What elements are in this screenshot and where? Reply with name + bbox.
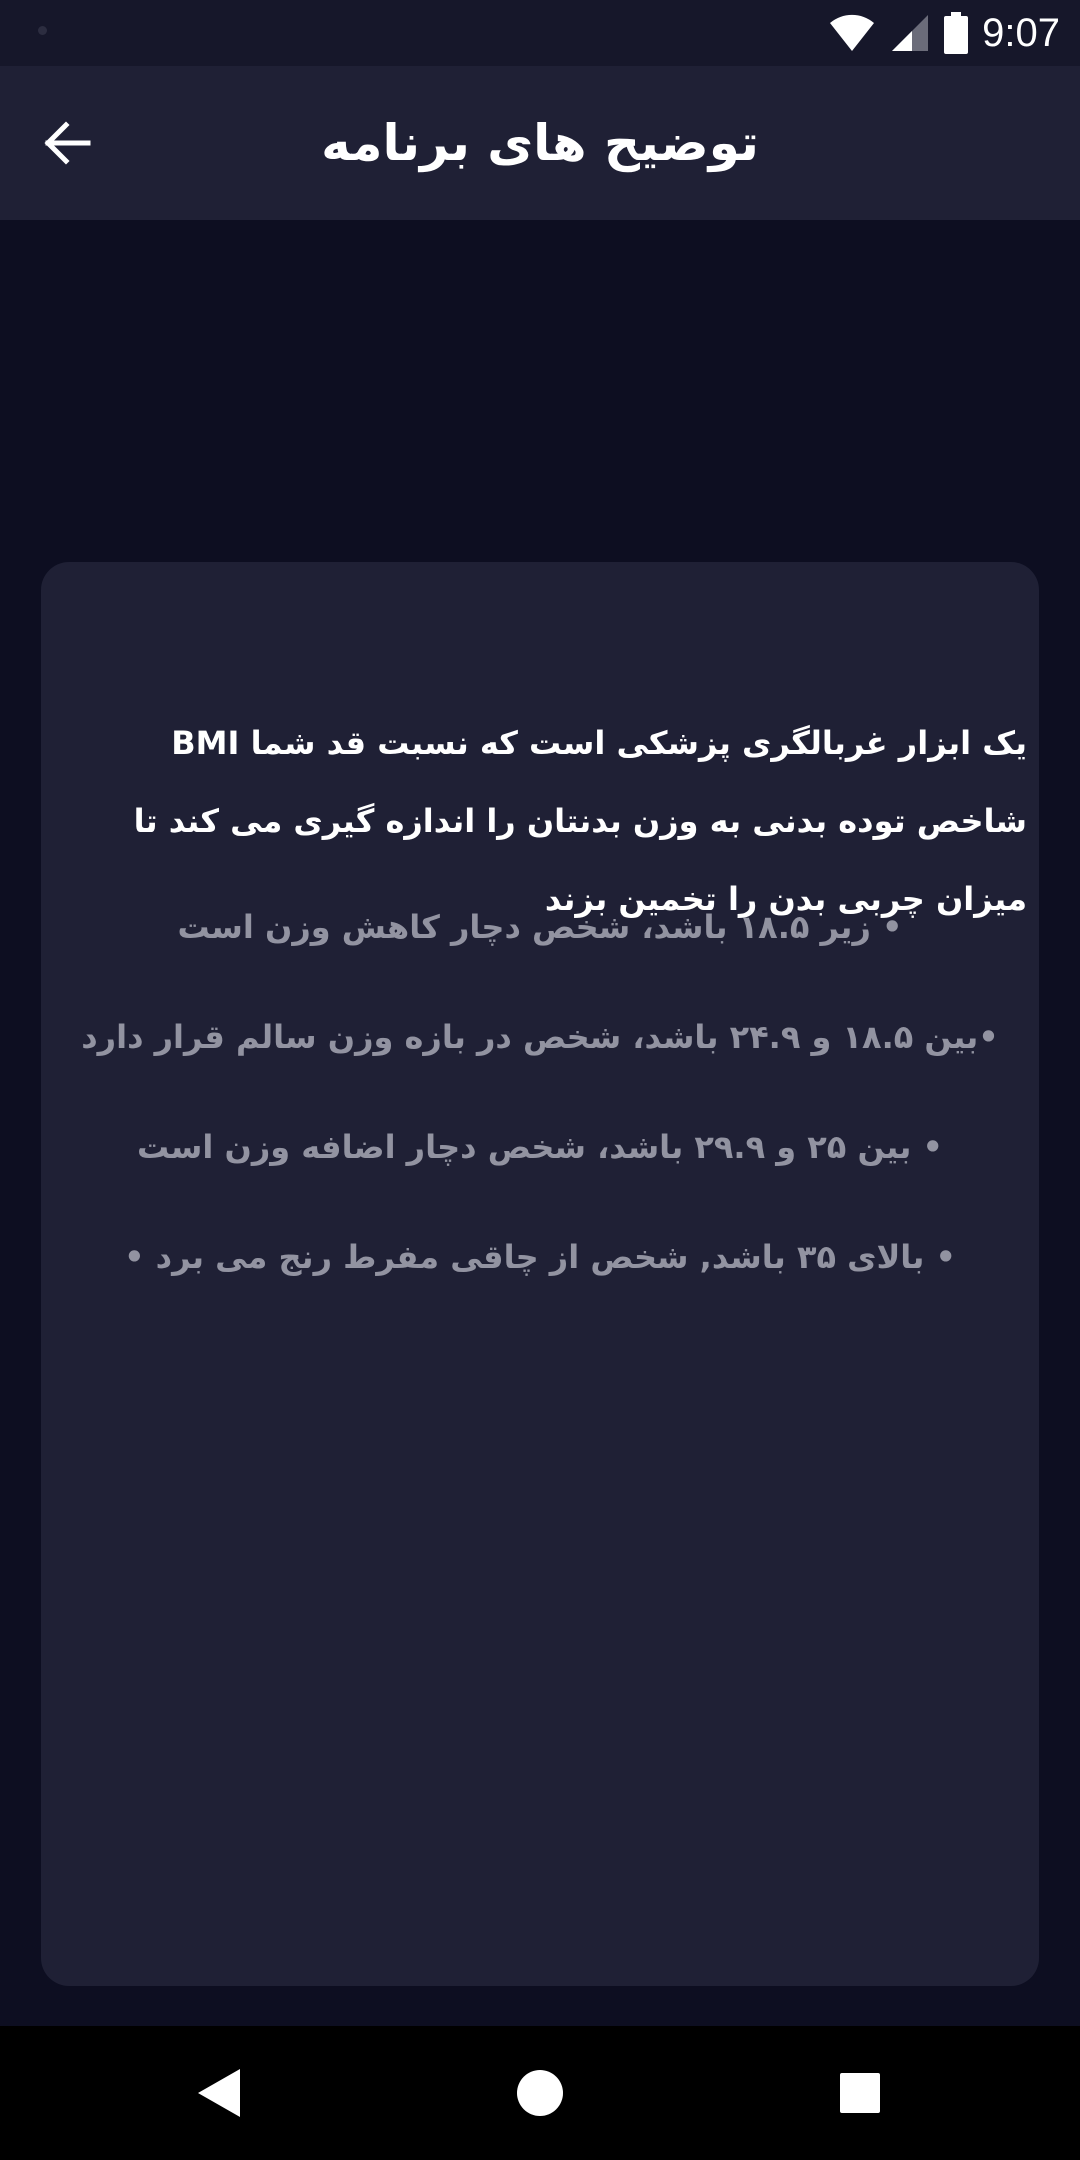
nav-back-button[interactable] [160,2026,280,2160]
notification-dot [38,26,47,35]
system-nav-bar [0,2026,1080,2160]
wifi-icon [830,14,875,51]
arrow-back-icon [44,121,91,165]
status-icons: 9:07 [828,0,1060,66]
nav-recents-button[interactable] [800,2026,920,2160]
bmi-range-overweight: • بین ۲۵ و ۲۹.۹ باشد، شخص دچار اضافه وزن… [137,1128,943,1166]
info-card: یک ابزار غربالگری پزشکی است که نسبت قد ش… [41,562,1039,1986]
app-bar: توضیح های برنامه [0,66,1080,220]
bmi-range-healthy: •بین ۱۸.۵ و ۲۴.۹ باشد، شخص در بازه وزن س… [81,1018,999,1056]
signal-icon [892,15,929,51]
bmi-ranges-list: • زیر ۱۸.۵ باشد، شخص دچار کاهش وزن است •… [41,872,1039,1312]
status-bar: 9:07 [0,0,1080,66]
back-triangle-icon [198,2069,240,2117]
status-time: 9:07 [982,10,1060,55]
battery-icon [944,12,969,54]
bmi-range-underweight: • زیر ۱۸.۵ باشد، شخص دچار کاهش وزن است [177,908,903,946]
bmi-range-obese: • بالای ۳۵ باشد, شخص از چاقی مفرط رنج می… [124,1238,956,1276]
recents-square-icon [840,2073,880,2113]
nav-home-button[interactable] [480,2026,600,2160]
home-circle-icon [517,2070,563,2116]
page-title: توضیح های برنامه [321,114,759,172]
back-button[interactable] [30,106,104,180]
